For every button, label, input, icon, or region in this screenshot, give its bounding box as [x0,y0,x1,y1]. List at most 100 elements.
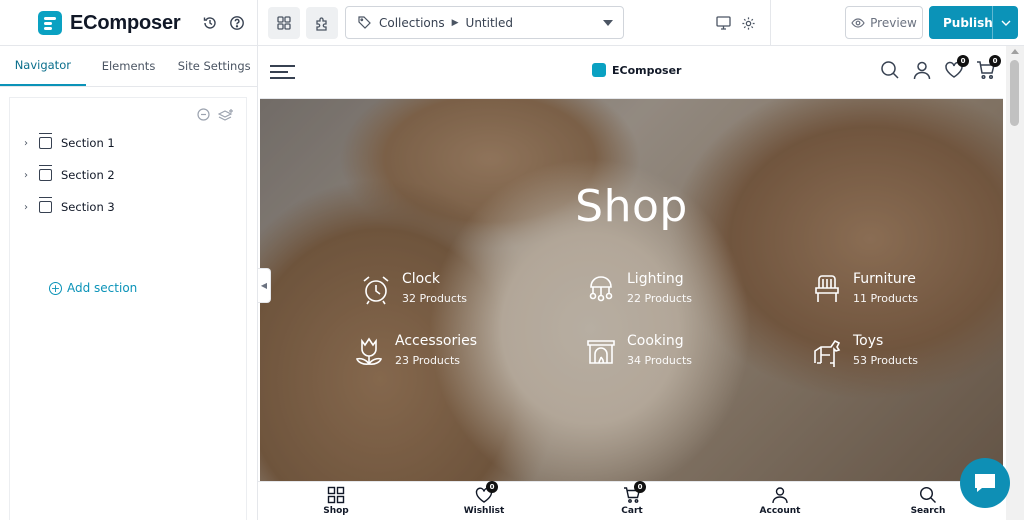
section-icon [39,197,52,213]
canvas-scrollbar[interactable] [1006,46,1024,520]
section-icon [39,133,52,149]
bottom-nav-wishlist[interactable]: 0 Wishlist [444,481,524,516]
category-name: Cooking [627,333,684,349]
cart-count-badge: 0 [989,55,1001,67]
clock-icon [363,276,389,305]
store-header-icons: 0 0 [880,55,1001,80]
editor-topbar: EComposer Collections ▶ Untitled Preview… [0,0,1024,46]
toy-horse-icon [814,339,841,367]
fireplace-icon [587,340,615,364]
search-icon [919,486,936,503]
bottom-nav-label: Search [910,506,946,516]
category-lighting[interactable]: Lighting 22 Products [585,271,692,307]
tree-item-section-3[interactable]: › Section 3 [24,197,115,214]
breadcrumb-parent: Collections [379,15,445,30]
help-icon[interactable] [226,12,248,34]
category-count: 34 Products [627,354,692,367]
search-icon[interactable] [880,60,900,80]
sections-grid-button[interactable] [268,7,300,39]
extensions-button[interactable] [306,7,338,39]
store-header: EComposer 0 0 [258,46,1006,98]
collapse-sidebar-handle[interactable]: ◀ [258,268,271,303]
category-name: Accessories [395,333,478,349]
tree-item-section-1[interactable]: › Section 1 [24,133,115,150]
chevron-right-icon[interactable]: › [24,202,36,213]
toolbar-divider [770,0,771,46]
mobile-bottom-nav: Shop 0 Wishlist 0 Cart Account Search [258,481,1006,520]
category-accessories[interactable]: Accessories 23 Products [353,333,477,369]
cart-icon: 0 [623,481,646,504]
category-furniture[interactable]: Furniture 11 Products [811,271,918,307]
hero-banner: Shop Clock 32 Products Lighting 22 Product… [260,98,1003,481]
lighting-icon [589,276,613,302]
category-count: 53 Products [853,354,918,367]
scroll-up-icon[interactable] [1011,49,1019,54]
bottom-nav-label: Account [759,506,801,516]
preview-button[interactable]: Preview [845,6,923,39]
left-sidebar: Navigator Elements Site Settings › Secti… [0,46,258,520]
add-section-button[interactable]: + Add section [49,281,137,295]
wishlist-icon[interactable]: 0 [944,55,969,80]
ecomposer-logo-icon [592,63,606,77]
ecomposer-logo-icon [38,11,62,35]
wishlist-badge: 0 [486,481,498,493]
flower-icon [355,337,383,365]
tab-navigator[interactable]: Navigator [0,46,86,86]
settings-gear-icon[interactable] [737,12,759,34]
tree-item-label: Section 2 [61,168,115,182]
page-selector[interactable]: Collections ▶ Untitled [345,6,624,39]
scrollbar-thumb[interactable] [1010,60,1019,126]
desktop-view-icon[interactable] [712,12,734,34]
publish-button[interactable]: Publish [929,6,1018,39]
brand-name: EComposer [70,11,181,34]
bottom-nav-label: Cart [621,506,643,516]
grid-icon [277,16,291,30]
bottom-nav-account[interactable]: Account [740,486,820,516]
category-name: Toys [853,333,884,349]
tree-item-label: Section 1 [61,136,115,150]
menu-icon[interactable] [270,65,295,83]
preview-canvas: EComposer 0 0 Shop Clock 32 Products Lig… [258,46,1024,520]
navigator-tree: › Section 1 › Section 2 › Section 3 + Ad… [9,97,247,520]
tree-actions [197,108,234,122]
category-toys[interactable]: Toys 53 Products [811,333,918,369]
publish-options-toggle[interactable] [993,20,1018,26]
bottom-nav-cart[interactable]: 0 Cart [592,481,672,516]
tab-site-settings[interactable]: Site Settings [171,46,257,86]
publish-label: Publish [943,15,993,30]
bottom-nav-search[interactable]: Search [888,486,968,516]
tab-elements[interactable]: Elements [86,46,172,86]
account-icon[interactable] [912,60,932,80]
breadcrumb-separator-icon: ▶ [451,17,459,28]
chair-icon [815,275,839,302]
history-icon[interactable] [199,12,221,34]
chevron-right-icon[interactable]: › [24,138,36,149]
category-count: 22 Products [627,292,692,305]
category-clock[interactable]: Clock 32 Products [360,271,467,307]
eye-icon [851,17,865,28]
category-count: 11 Products [853,292,918,305]
store-logo[interactable]: EComposer [592,63,681,77]
category-name: Clock [402,271,441,287]
cart-icon[interactable]: 0 [976,55,1001,80]
hero-title: Shop [575,181,688,232]
store-logo-text: EComposer [612,63,682,77]
category-name: Furniture [853,271,916,287]
chevron-down-icon [603,20,613,26]
category-name: Lighting [627,271,684,287]
category-count: 23 Products [395,354,460,367]
add-section-label: Add section [67,281,138,295]
chat-bubble-icon [975,474,995,492]
bottom-nav-shop[interactable]: Shop [296,486,376,516]
collapse-all-icon[interactable] [197,108,210,121]
category-cooking[interactable]: Cooking 34 Products [585,333,692,369]
chat-button[interactable] [960,458,1010,508]
chevron-down-icon [1001,20,1010,26]
puzzle-icon [315,16,327,31]
category-count: 32 Products [402,292,467,305]
tree-item-section-2[interactable]: › Section 2 [24,165,115,182]
layers-icon[interactable] [218,108,234,122]
grid-icon [327,486,345,504]
bottom-nav-label: Wishlist [463,506,505,516]
chevron-right-icon[interactable]: › [24,170,36,181]
